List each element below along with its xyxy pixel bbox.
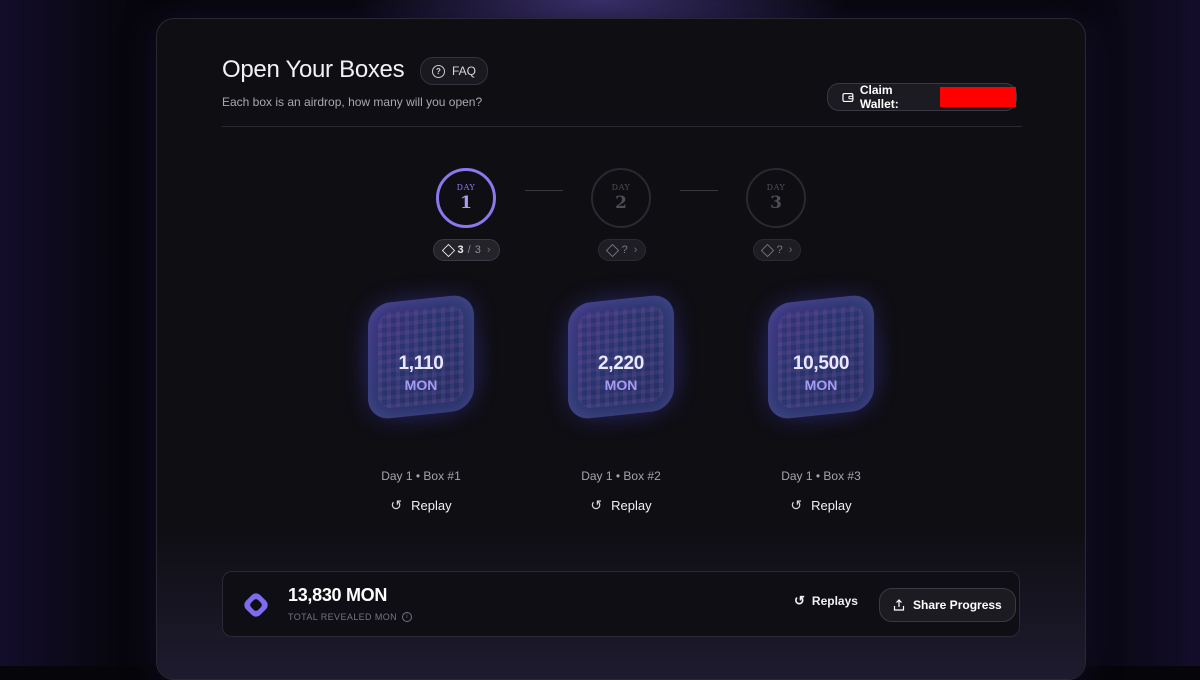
- help-icon: ?: [432, 64, 445, 78]
- replays-label: Replays: [811, 594, 858, 608]
- replay-label: Replay: [611, 498, 652, 513]
- day-step-1[interactable]: DAY 1: [436, 168, 496, 228]
- share-icon: [893, 599, 905, 611]
- day-label: DAY: [456, 183, 476, 192]
- day-label: DAY: [611, 183, 631, 192]
- reward-box-1[interactable]: 1,110 MON: [341, 282, 501, 437]
- share-progress-label: Share Progress: [913, 598, 1002, 612]
- summary-bar: 13,830 MON TOTAL REVEALED MON i ↺ Replay…: [222, 571, 1020, 637]
- monad-logo-icon: [244, 593, 268, 617]
- boxes-opened: ?: [776, 244, 783, 256]
- day-3-progress-pill[interactable]: ? ›: [753, 239, 801, 261]
- boxes-total: 3: [474, 244, 481, 256]
- replays-button[interactable]: ↺ Replays: [794, 593, 858, 609]
- box-caption: Day 1 • Box #2: [581, 469, 661, 483]
- step-connector: [680, 190, 718, 191]
- box-caption: Day 1 • Box #1: [381, 469, 461, 483]
- reward-box-2[interactable]: 2,220 MON: [541, 282, 701, 437]
- chevron-right-icon: ›: [486, 244, 491, 256]
- day-number: 3: [770, 193, 782, 213]
- total-revealed-label: TOTAL REVEALED MON: [288, 612, 398, 622]
- pill-separator: /: [467, 244, 471, 256]
- claim-wallet-label: Claim Wallet:: [859, 83, 899, 111]
- background-left: [0, 0, 160, 666]
- chevron-right-icon: ›: [633, 244, 638, 256]
- share-progress-button[interactable]: Share Progress: [879, 588, 1016, 622]
- day-2-progress-pill[interactable]: ? ›: [598, 239, 646, 261]
- replay-icon: ↺: [590, 497, 603, 513]
- total-revealed-label-row: TOTAL REVEALED MON i: [288, 612, 413, 622]
- page-title: Open Your Boxes: [222, 56, 405, 83]
- header-divider: [222, 126, 1022, 127]
- replay-label: Replay: [811, 498, 852, 513]
- replay-button-2[interactable]: ↺ Replay: [551, 497, 691, 514]
- box-unit: MON: [404, 377, 438, 393]
- replay-button-1[interactable]: ↺ Replay: [351, 497, 491, 514]
- faq-label: FAQ: [452, 64, 477, 78]
- boxes-opened: ?: [621, 244, 628, 256]
- wallet-address-redaction: [939, 87, 1016, 107]
- replay-icon: ↺: [794, 593, 805, 608]
- box-icon: [605, 243, 619, 257]
- wallet-icon: [842, 92, 854, 102]
- day-label: DAY: [766, 183, 786, 192]
- box-unit: MON: [804, 377, 838, 393]
- box-value: 1,110: [398, 353, 444, 374]
- day-step-2[interactable]: DAY 2: [591, 168, 651, 228]
- replay-label: Replay: [411, 498, 452, 513]
- boxes-opened: 3: [457, 244, 464, 256]
- page-subtitle: Each box is an airdrop, how many will yo…: [222, 95, 483, 109]
- info-icon[interactable]: i: [402, 612, 413, 622]
- box-value: 2,220: [597, 353, 645, 374]
- replay-button-3[interactable]: ↺ Replay: [751, 497, 891, 514]
- day-step-3[interactable]: DAY 3: [746, 168, 806, 228]
- day-number: 2: [615, 193, 627, 213]
- faq-button[interactable]: ? FAQ: [420, 57, 489, 85]
- step-connector: [525, 190, 563, 191]
- reward-box-3[interactable]: 10,500 MON: [741, 282, 901, 437]
- box-icon: [760, 243, 774, 257]
- claim-wallet-button[interactable]: Claim Wallet:: [827, 83, 1017, 111]
- box-icon: [441, 243, 455, 257]
- chevron-right-icon: ›: [788, 244, 793, 256]
- total-revealed-value: 13,830 MON: [288, 585, 388, 605]
- day-1-progress-pill[interactable]: 3 / 3 ›: [433, 239, 500, 261]
- replay-icon: ↺: [390, 497, 403, 513]
- boxes-panel: Open Your Boxes ? FAQ Each box is an air…: [156, 18, 1086, 680]
- box-caption: Day 1 • Box #3: [781, 469, 861, 483]
- box-unit: MON: [604, 377, 638, 393]
- box-value: 10,500: [792, 353, 850, 374]
- day-number: 1: [460, 193, 472, 213]
- replay-icon: ↺: [790, 497, 803, 513]
